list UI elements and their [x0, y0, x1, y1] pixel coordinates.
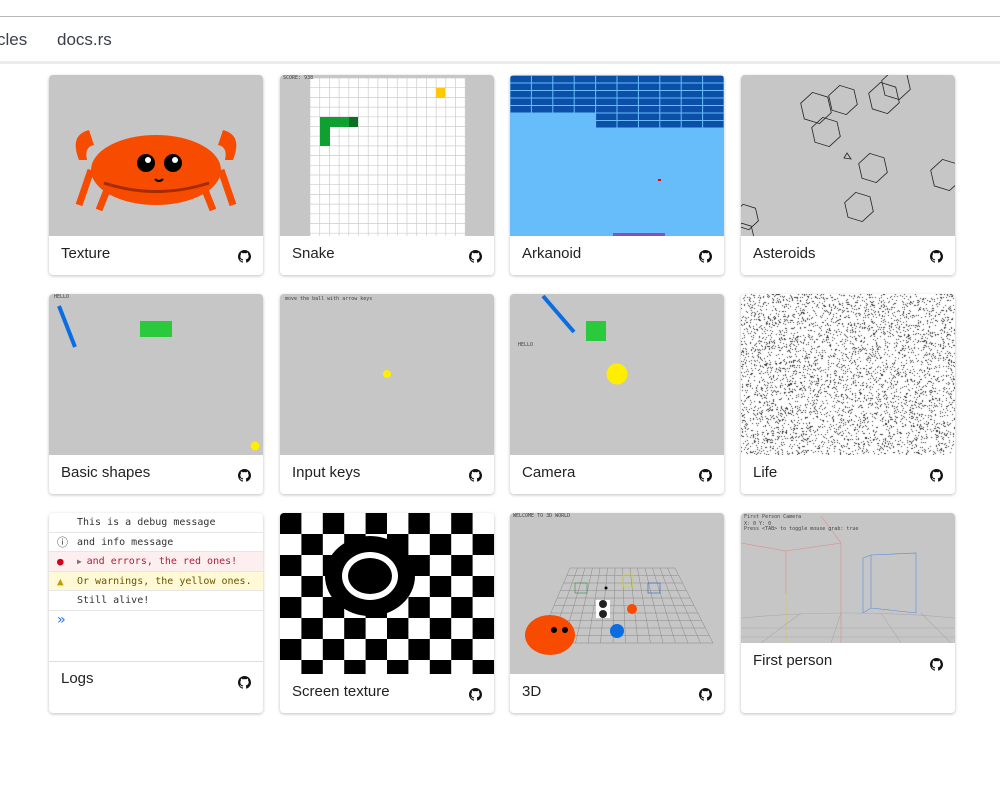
top-nav: cles docs.rs [0, 17, 1000, 64]
canvas-overlay-text: move the ball with arrow keys [285, 296, 373, 302]
example-card-arkanoid[interactable]: Arkanoid [510, 75, 724, 275]
log-row-info: ⓘ and info message [49, 533, 263, 552]
example-card-camera[interactable]: HELLO Camera [510, 294, 724, 494]
example-card-basic-shapes[interactable]: HELLO Basic shapes [49, 294, 263, 494]
info-icon: ⓘ [57, 535, 68, 549]
example-card-screen-texture[interactable]: Screen texture [280, 513, 494, 713]
card-title[interactable]: Asteroids [753, 245, 816, 262]
canvas-overlay-text: First Person Camera [744, 514, 802, 520]
card-title[interactable]: Life [753, 464, 777, 481]
github-icon[interactable] [699, 469, 712, 482]
github-icon[interactable] [930, 469, 943, 482]
example-preview[interactable] [280, 513, 494, 674]
github-icon[interactable] [238, 676, 251, 689]
card-title[interactable]: Logs [61, 670, 94, 687]
chevron-double-right-icon: » [57, 611, 66, 628]
nav-link-docs[interactable]: docs.rs [57, 30, 112, 50]
example-preview[interactable] [741, 294, 955, 455]
example-preview[interactable]: SCORE: 938 [280, 75, 494, 236]
nav-link-articles[interactable]: cles [0, 30, 27, 50]
card-title[interactable]: Camera [522, 464, 575, 481]
card-title[interactable]: Basic shapes [61, 464, 150, 481]
warning-icon: ▲ [57, 574, 64, 588]
error-icon: ● [57, 555, 64, 568]
log-row-log: Still alive! [49, 591, 263, 611]
canvas-overlay-text: HELLO [54, 294, 70, 300]
example-card-life[interactable]: Life [741, 294, 955, 494]
canvas-overlay-text: Press <TAB> to toggle mouse grab: true [744, 526, 859, 532]
console-prompt[interactable]: » [49, 611, 263, 631]
card-title[interactable]: Arkanoid [522, 245, 581, 262]
github-icon[interactable] [699, 688, 712, 701]
example-card-input-keys[interactable]: move the ball with arrow keys Input keys [280, 294, 494, 494]
example-preview[interactable] [49, 75, 263, 236]
github-icon[interactable] [469, 688, 482, 701]
example-preview[interactable]: HELLO [510, 294, 724, 455]
github-icon[interactable] [238, 250, 251, 263]
example-card-3d[interactable]: WELCOME TO 3D WORLD 3D [510, 513, 724, 713]
example-preview[interactable]: First Person Camera X: 0 Y: 0 Press <TAB> … [741, 513, 955, 643]
canvas-overlay-text: WELCOME TO 3D WORLD [513, 513, 571, 519]
card-title[interactable]: Texture [61, 245, 110, 262]
github-icon[interactable] [469, 250, 482, 263]
life-canvas [741, 294, 955, 455]
example-card-asteroids[interactable]: Asteroids [741, 75, 955, 275]
github-icon[interactable] [930, 658, 943, 671]
example-card-texture[interactable]: Texture [49, 75, 263, 275]
log-row-warning: ▲ Or warnings, the yellow ones. [49, 571, 263, 591]
example-preview[interactable]: HELLO [49, 294, 263, 455]
card-title[interactable]: First person [753, 652, 832, 669]
example-card-logs[interactable]: This is a debug message ⓘ and info message… [49, 513, 263, 713]
github-icon[interactable] [699, 250, 712, 263]
card-title[interactable]: Screen texture [292, 683, 390, 700]
example-preview[interactable] [741, 75, 955, 236]
log-row-debug: This is a debug message [49, 513, 263, 533]
example-card-first-person[interactable]: First Person Camera X: 0 Y: 0 Press <TAB> … [741, 513, 955, 713]
log-row-error: ● ▶ and errors, the red ones! [49, 552, 263, 572]
github-icon[interactable] [469, 469, 482, 482]
example-card-snake[interactable]: SCORE: 938 Snake [280, 75, 494, 275]
card-title[interactable]: Snake [292, 245, 335, 262]
card-title[interactable]: 3D [522, 683, 541, 700]
example-preview[interactable]: move the ball with arrow keys [280, 294, 494, 455]
card-title[interactable]: Input keys [292, 464, 360, 481]
example-preview[interactable]: WELCOME TO 3D WORLD [510, 513, 724, 674]
github-icon[interactable] [238, 469, 251, 482]
github-icon[interactable] [930, 250, 943, 263]
ferris-crab-image [75, 130, 237, 212]
example-preview[interactable] [510, 75, 724, 236]
canvas-overlay-text: HELLO [518, 342, 534, 348]
console-log-panel: This is a debug message ⓘ and info message… [49, 513, 263, 630]
canvas-overlay-text: SCORE: 938 [283, 75, 314, 81]
expand-triangle-icon[interactable]: ▶ [77, 557, 87, 566]
